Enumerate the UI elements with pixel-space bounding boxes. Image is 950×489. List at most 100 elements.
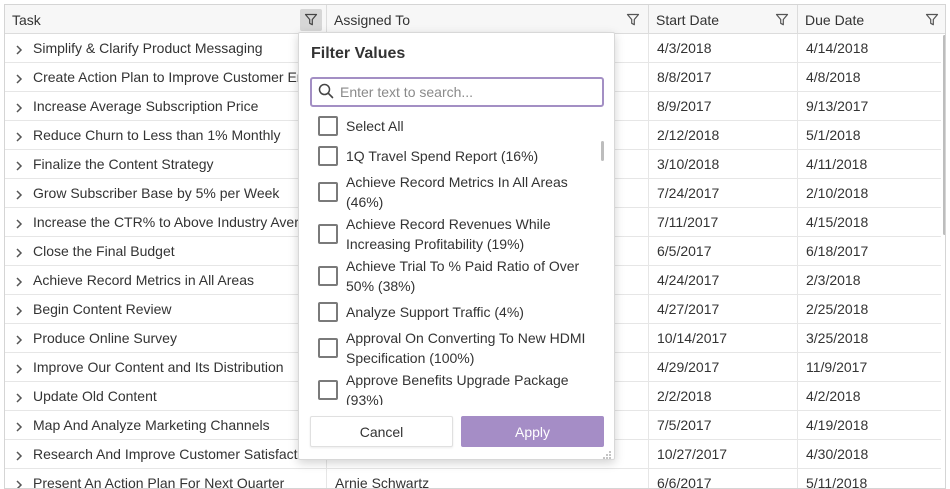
column-label-start-date: Start Date [656,11,720,28]
due-date-cell-text: 4/15/2018 [806,214,869,230]
due-date-cell: 2/25/2018 [798,295,941,323]
task-cell-text: Create Action Plan to Improve Customer E… [33,69,326,85]
task-cell-text: Begin Content Review [33,301,172,317]
filter-value-item[interactable]: Achieve Trial To % Paid Ratio of Over 50… [318,256,588,296]
chevron-right-icon[interactable] [11,470,27,488]
start-date-cell-text: 10/14/2017 [657,330,728,346]
chevron-right-icon[interactable] [11,35,27,62]
filter-value-item[interactable]: 1Q Travel Spend Report (16%) [318,146,588,166]
due-date-cell: 9/13/2017 [798,92,941,120]
filter-value-item[interactable]: Analyze Support Traffic (4%) [318,302,588,322]
chevron-right-icon[interactable] [11,93,27,120]
chevron-right-icon[interactable] [11,267,27,294]
start-date-cell: 8/9/2017 [649,92,798,120]
task-cell-text: Increase the CTR% to Above Industry Aver… [33,214,323,230]
filter-value-item[interactable]: Achieve Record Revenues While Increasing… [318,214,588,254]
due-date-cell: 2/10/2018 [798,179,941,207]
filter-icon[interactable] [300,8,322,31]
filter-value-item[interactable]: Achieve Record Metrics In All Areas (46%… [318,172,588,212]
due-date-cell-text: 3/25/2018 [806,330,869,346]
due-date-cell: 4/15/2018 [798,208,941,236]
chevron-right-icon[interactable] [11,325,27,352]
task-cell: Produce Online Survey [5,324,327,352]
start-date-cell: 4/27/2017 [649,295,798,323]
filter-value-label: Analyze Support Traffic (4%) [346,304,524,320]
start-date-cell-text: 7/5/2017 [657,417,712,433]
task-cell: Simplify & Clarify Product Messaging [5,34,327,62]
start-date-cell: 7/24/2017 [649,179,798,207]
select-all-item[interactable]: Select All [318,116,588,136]
start-date-cell-text: 4/3/2018 [657,40,712,56]
start-date-cell: 3/10/2018 [649,150,798,178]
due-date-cell: 4/14/2018 [798,34,941,62]
due-date-cell-text: 6/18/2017 [806,243,869,259]
vertical-scrollbar[interactable] [943,35,945,235]
cancel-button[interactable]: Cancel [310,416,453,447]
task-cell: Research And Improve Customer Satisfacti… [5,440,327,468]
filter-value-checkbox[interactable] [318,182,338,202]
task-cell: Achieve Record Metrics in All Areas [5,266,327,294]
due-date-cell-text: 4/8/2018 [806,69,861,85]
start-date-cell: 8/8/2017 [649,63,798,91]
filter-value-label: 1Q Travel Spend Report (16%) [346,148,539,164]
chevron-right-icon[interactable] [11,64,27,91]
table-row[interactable]: Present An Action Plan For Next Quarter A… [5,469,941,489]
chevron-right-icon[interactable] [11,122,27,149]
resize-grip-icon[interactable] [602,447,612,459]
list-scrollbar[interactable] [601,141,604,161]
column-header-due-date[interactable]: Due Date [798,5,945,34]
task-cell-text: Produce Online Survey [33,330,177,346]
column-label-task: Task [12,11,41,28]
due-date-cell: 4/19/2018 [798,411,941,439]
filter-value-checkbox[interactable] [318,302,338,322]
search-input[interactable] [340,84,590,100]
column-label-assigned-to: Assigned To [334,11,411,28]
task-cell: Begin Content Review [5,295,327,323]
start-date-cell-text: 6/6/2017 [657,475,712,489]
chevron-right-icon[interactable] [11,441,27,468]
chevron-right-icon[interactable] [11,296,27,323]
column-header-assigned-to[interactable]: Assigned To [327,5,649,34]
chevron-right-icon[interactable] [11,412,27,439]
chevron-right-icon[interactable] [11,238,27,265]
filter-value-checkbox[interactable] [318,266,338,286]
filter-value-checkbox[interactable] [318,380,338,400]
due-date-cell: 4/2/2018 [798,382,941,410]
filter-value-item[interactable]: Approval On Converting To New HDMI Speci… [318,328,588,368]
task-cell: Present An Action Plan For Next Quarter [5,469,327,488]
filter-value-label: Achieve Record Revenues While Increasing… [346,216,551,252]
select-all-checkbox[interactable] [318,116,338,136]
chevron-right-icon[interactable] [11,151,27,178]
due-date-cell-text: 11/9/2017 [806,359,868,375]
start-date-cell: 7/5/2017 [649,411,798,439]
column-header-start-date[interactable]: Start Date [649,5,798,34]
filter-value-item[interactable]: Approve Benefits Upgrade Package (93%) [318,370,588,405]
filter-values-popup: Filter Values Select All 1Q Travel Spend… [298,32,615,460]
task-cell-text: Map And Analyze Marketing Channels [33,417,270,433]
due-date-cell-text: 2/10/2018 [806,185,869,201]
apply-button[interactable]: Apply [461,416,604,447]
due-date-cell-text: 2/3/2018 [806,272,861,288]
search-box[interactable] [310,77,604,107]
task-cell: Improve Our Content and Its Distribution [5,353,327,381]
start-date-cell: 4/29/2017 [649,353,798,381]
filter-icon[interactable] [921,9,943,31]
filter-values-list: Select All 1Q Travel Spend Report (16%) A… [299,113,616,405]
start-date-cell: 4/24/2017 [649,266,798,294]
filter-value-checkbox[interactable] [318,224,338,244]
filter-value-checkbox[interactable] [318,338,338,358]
due-date-cell: 5/1/2018 [798,121,941,149]
start-date-cell-text: 3/10/2018 [657,156,720,172]
filter-icon[interactable] [771,9,793,31]
start-date-cell-text: 4/29/2017 [657,359,720,375]
task-cell: Grow Subscriber Base by 5% per Week [5,179,327,207]
chevron-right-icon[interactable] [11,180,27,207]
filter-icon[interactable] [622,9,644,31]
chevron-right-icon[interactable] [11,209,27,236]
chevron-right-icon[interactable] [11,354,27,381]
column-header-task[interactable]: Task [5,5,327,34]
due-date-cell: 3/25/2018 [798,324,941,352]
chevron-right-icon[interactable] [11,383,27,410]
task-cell: Reduce Churn to Less than 1% Monthly [5,121,327,149]
filter-value-checkbox[interactable] [318,146,338,166]
